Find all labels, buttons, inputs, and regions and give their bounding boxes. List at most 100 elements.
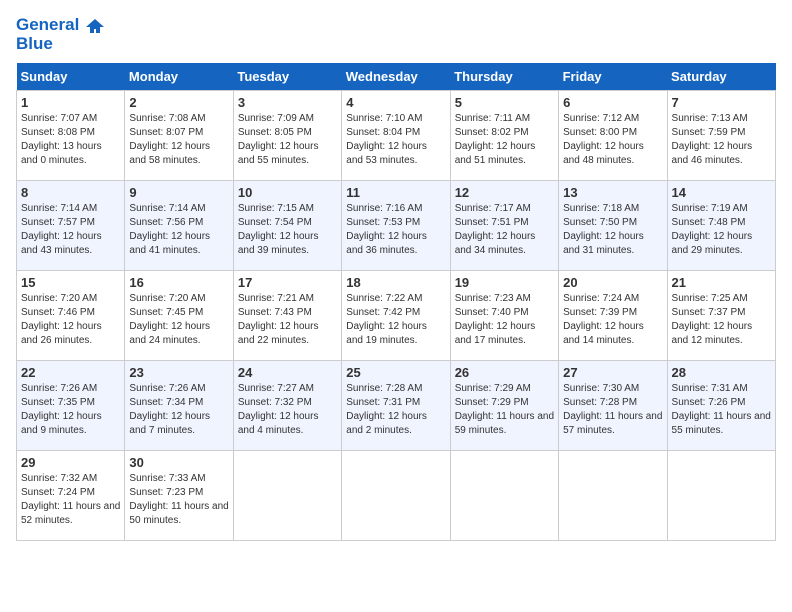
calendar-cell: 8 Sunrise: 7:14 AMSunset: 7:57 PMDaylight… (17, 181, 125, 271)
page-header: General Blue (16, 16, 776, 53)
day-number: 8 (21, 185, 120, 200)
day-info: Sunrise: 7:16 AMSunset: 7:53 PMDaylight:… (346, 202, 445, 258)
day-info: Sunrise: 7:15 AMSunset: 7:54 PMDaylight:… (238, 202, 337, 258)
day-number: 21 (672, 275, 771, 290)
calendar-cell: 21 Sunrise: 7:25 AMSunset: 7:37 PMDayligh… (667, 271, 775, 361)
day-number: 18 (346, 275, 445, 290)
calendar-cell: 10 Sunrise: 7:15 AMSunset: 7:54 PMDayligh… (233, 181, 341, 271)
day-info: Sunrise: 7:26 AMSunset: 7:35 PMDaylight:… (21, 382, 120, 438)
day-number: 24 (238, 365, 337, 380)
day-info: Sunrise: 7:13 AMSunset: 7:59 PMDaylight:… (672, 112, 771, 168)
day-number: 17 (238, 275, 337, 290)
calendar-week-row: 1 Sunrise: 7:07 AMSunset: 8:08 PMDaylight… (17, 91, 776, 181)
calendar-week-row: 22 Sunrise: 7:26 AMSunset: 7:35 PMDayligh… (17, 361, 776, 451)
header-row: SundayMondayTuesdayWednesdayThursdayFrid… (17, 63, 776, 91)
calendar-cell (233, 451, 341, 541)
day-number: 26 (455, 365, 554, 380)
calendar-table: SundayMondayTuesdayWednesdayThursdayFrid… (16, 63, 776, 541)
day-number: 22 (21, 365, 120, 380)
day-number: 19 (455, 275, 554, 290)
day-number: 29 (21, 455, 120, 470)
day-number: 28 (672, 365, 771, 380)
calendar-cell: 28 Sunrise: 7:31 AMSunset: 7:26 PMDayligh… (667, 361, 775, 451)
calendar-week-row: 15 Sunrise: 7:20 AMSunset: 7:46 PMDayligh… (17, 271, 776, 361)
day-number: 10 (238, 185, 337, 200)
day-info: Sunrise: 7:21 AMSunset: 7:43 PMDaylight:… (238, 292, 337, 348)
day-info: Sunrise: 7:24 AMSunset: 7:39 PMDaylight:… (563, 292, 662, 348)
day-info: Sunrise: 7:31 AMSunset: 7:26 PMDaylight:… (672, 382, 771, 438)
calendar-cell: 14 Sunrise: 7:19 AMSunset: 7:48 PMDayligh… (667, 181, 775, 271)
day-info: Sunrise: 7:20 AMSunset: 7:46 PMDaylight:… (21, 292, 120, 348)
day-info: Sunrise: 7:23 AMSunset: 7:40 PMDaylight:… (455, 292, 554, 348)
calendar-cell: 17 Sunrise: 7:21 AMSunset: 7:43 PMDayligh… (233, 271, 341, 361)
day-number: 3 (238, 95, 337, 110)
day-info: Sunrise: 7:19 AMSunset: 7:48 PMDaylight:… (672, 202, 771, 258)
day-number: 13 (563, 185, 662, 200)
day-number: 25 (346, 365, 445, 380)
calendar-cell: 26 Sunrise: 7:29 AMSunset: 7:29 PMDayligh… (450, 361, 558, 451)
logo-blue: Blue (16, 35, 104, 54)
calendar-cell: 22 Sunrise: 7:26 AMSunset: 7:35 PMDayligh… (17, 361, 125, 451)
day-of-week-header: Friday (559, 63, 667, 91)
day-info: Sunrise: 7:09 AMSunset: 8:05 PMDaylight:… (238, 112, 337, 168)
day-number: 27 (563, 365, 662, 380)
calendar-cell: 9Sunrise: 7:14 AMSunset: 7:56 PMDaylight… (125, 181, 233, 271)
calendar-cell: 27 Sunrise: 7:30 AMSunset: 7:28 PMDayligh… (559, 361, 667, 451)
calendar-cell: 20 Sunrise: 7:24 AMSunset: 7:39 PMDayligh… (559, 271, 667, 361)
day-info: Sunrise: 7:33 AMSunset: 7:23 PMDaylight:… (129, 472, 228, 528)
day-number: 1 (21, 95, 120, 110)
day-number: 7 (672, 95, 771, 110)
day-number: 20 (563, 275, 662, 290)
calendar-week-row: 29 Sunrise: 7:32 AMSunset: 7:24 PMDayligh… (17, 451, 776, 541)
calendar-cell: 18Sunrise: 7:22 AMSunset: 7:42 PMDayligh… (342, 271, 450, 361)
day-info: Sunrise: 7:27 AMSunset: 7:32 PMDaylight:… (238, 382, 337, 438)
day-info: Sunrise: 7:07 AMSunset: 8:08 PMDaylight:… (21, 112, 120, 168)
logo-text: General (16, 16, 104, 35)
day-info: Sunrise: 7:08 AMSunset: 8:07 PMDaylight:… (129, 112, 228, 168)
day-number: 4 (346, 95, 445, 110)
day-number: 30 (129, 455, 228, 470)
day-number: 16 (129, 275, 228, 290)
day-number: 15 (21, 275, 120, 290)
calendar-cell: 3 Sunrise: 7:09 AMSunset: 8:05 PMDaylight… (233, 91, 341, 181)
calendar-cell: 12Sunrise: 7:17 AMSunset: 7:51 PMDayligh… (450, 181, 558, 271)
day-of-week-header: Wednesday (342, 63, 450, 91)
calendar-cell: 30 Sunrise: 7:33 AMSunset: 7:23 PMDayligh… (125, 451, 233, 541)
calendar-cell: 11 Sunrise: 7:16 AMSunset: 7:53 PMDayligh… (342, 181, 450, 271)
calendar-cell: 13 Sunrise: 7:18 AMSunset: 7:50 PMDayligh… (559, 181, 667, 271)
calendar-cell (559, 451, 667, 541)
day-info: Sunrise: 7:30 AMSunset: 7:28 PMDaylight:… (563, 382, 662, 438)
day-number: 9 (129, 185, 228, 200)
logo-general: General (16, 15, 79, 34)
calendar-cell: 1 Sunrise: 7:07 AMSunset: 8:08 PMDaylight… (17, 91, 125, 181)
day-of-week-header: Saturday (667, 63, 775, 91)
day-number: 14 (672, 185, 771, 200)
day-info: Sunrise: 7:10 AMSunset: 8:04 PMDaylight:… (346, 112, 445, 168)
logo-bird-icon (86, 17, 104, 35)
calendar-cell: 25Sunrise: 7:28 AMSunset: 7:31 PMDayligh… (342, 361, 450, 451)
day-info: Sunrise: 7:20 AMSunset: 7:45 PMDaylight:… (129, 292, 228, 348)
day-of-week-header: Monday (125, 63, 233, 91)
calendar-cell: 24 Sunrise: 7:27 AMSunset: 7:32 PMDayligh… (233, 361, 341, 451)
day-number: 5 (455, 95, 554, 110)
day-info: Sunrise: 7:18 AMSunset: 7:50 PMDaylight:… (563, 202, 662, 258)
calendar-week-row: 8 Sunrise: 7:14 AMSunset: 7:57 PMDaylight… (17, 181, 776, 271)
day-info: Sunrise: 7:25 AMSunset: 7:37 PMDaylight:… (672, 292, 771, 348)
calendar-cell: 23Sunrise: 7:26 AMSunset: 7:34 PMDayligh… (125, 361, 233, 451)
day-info: Sunrise: 7:17 AMSunset: 7:51 PMDaylight:… (455, 202, 554, 258)
day-info: Sunrise: 7:29 AMSunset: 7:29 PMDaylight:… (455, 382, 554, 438)
day-info: Sunrise: 7:11 AMSunset: 8:02 PMDaylight:… (455, 112, 554, 168)
day-info: Sunrise: 7:14 AMSunset: 7:57 PMDaylight:… (21, 202, 120, 258)
calendar-cell (667, 451, 775, 541)
day-of-week-header: Thursday (450, 63, 558, 91)
calendar-cell: 7 Sunrise: 7:13 AMSunset: 7:59 PMDaylight… (667, 91, 775, 181)
calendar-cell: 19 Sunrise: 7:23 AMSunset: 7:40 PMDayligh… (450, 271, 558, 361)
day-of-week-header: Sunday (17, 63, 125, 91)
day-number: 11 (346, 185, 445, 200)
day-number: 6 (563, 95, 662, 110)
day-info: Sunrise: 7:12 AMSunset: 8:00 PMDaylight:… (563, 112, 662, 168)
day-number: 2 (129, 95, 228, 110)
calendar-cell: 5 Sunrise: 7:11 AMSunset: 8:02 PMDaylight… (450, 91, 558, 181)
day-info: Sunrise: 7:32 AMSunset: 7:24 PMDaylight:… (21, 472, 120, 528)
calendar-cell (450, 451, 558, 541)
